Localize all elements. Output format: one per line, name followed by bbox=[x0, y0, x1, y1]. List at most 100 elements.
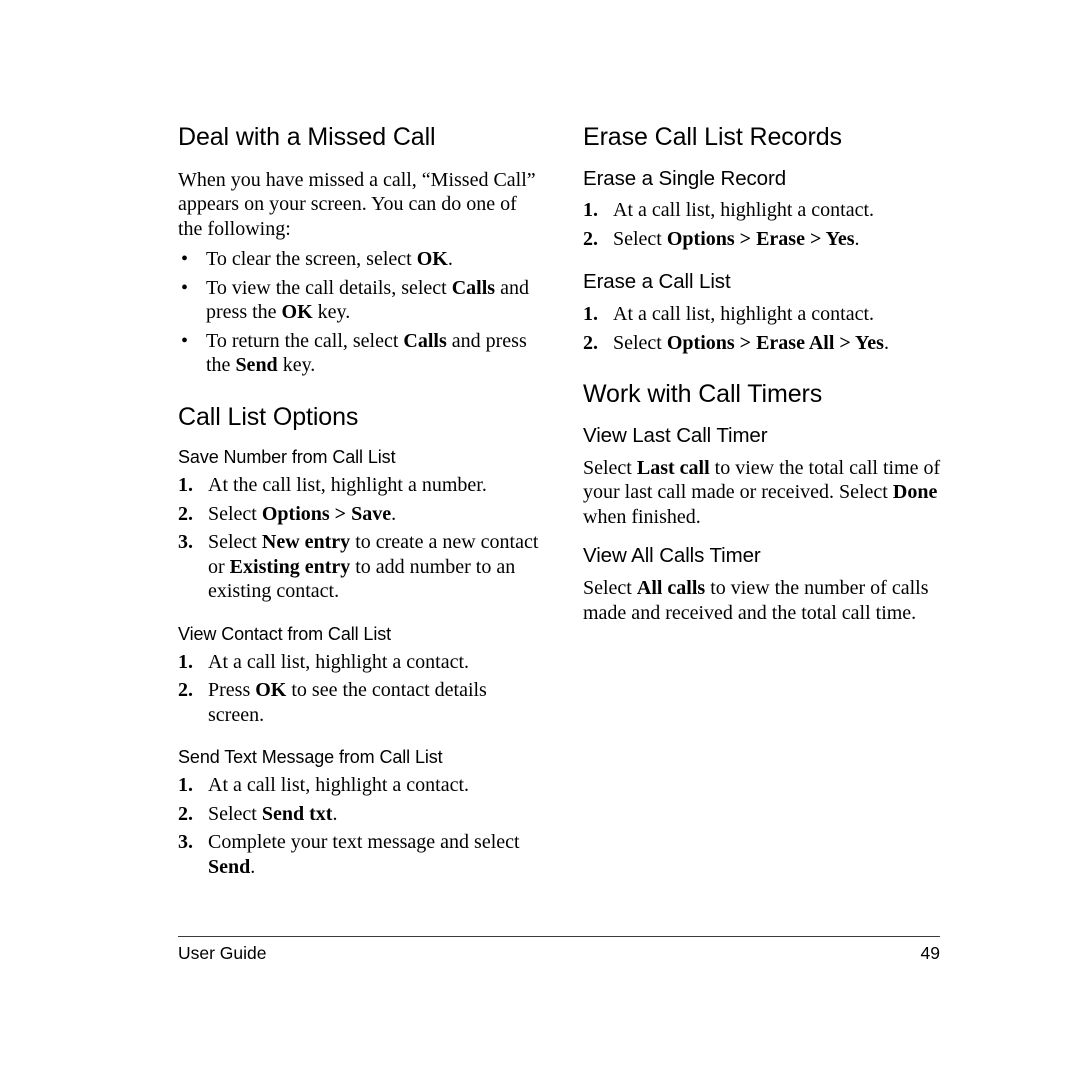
footer-label: User Guide bbox=[178, 943, 267, 963]
step-list-erase-call-list: 1. At a call list, highlight a contact. … bbox=[583, 302, 941, 355]
step-number: 1. bbox=[178, 774, 193, 797]
text-run: At a call list, highlight a contact. bbox=[208, 774, 470, 797]
step-number: 3. bbox=[178, 831, 193, 854]
text-run: Select bbox=[583, 577, 637, 600]
text-run: . bbox=[391, 502, 397, 525]
list-item-text: At a call list, highlight a contact. bbox=[208, 774, 469, 796]
list-item-text: To return the call, select Calls and pre… bbox=[206, 330, 527, 377]
list-item: 2. Select Options > Save. bbox=[178, 502, 546, 527]
bold-run: OK bbox=[416, 248, 448, 270]
text-run: Select bbox=[613, 331, 667, 354]
bold-run: Calls bbox=[403, 329, 447, 352]
list-item-text: Select Send txt. bbox=[208, 803, 337, 825]
bold-run: Send bbox=[208, 855, 251, 878]
text-run: key. bbox=[277, 354, 316, 376]
heading-save-number-from-call-list: Save Number from Call List bbox=[178, 447, 396, 467]
list-item: 2. Select Send txt. bbox=[178, 802, 546, 827]
step-number: 2. bbox=[178, 679, 193, 702]
text-run: . bbox=[447, 248, 453, 270]
section-call-list-options: Call List Options Save Number from Call … bbox=[178, 402, 546, 880]
bold-run: Last call bbox=[636, 456, 710, 479]
heading-view-all-calls-timer: View All Calls Timer bbox=[583, 544, 761, 568]
bold-run: Send txt bbox=[261, 802, 333, 825]
section-work-with-call-timers: Work with Call Timers View Last Call Tim… bbox=[583, 381, 941, 625]
text-run: . bbox=[332, 802, 338, 825]
heading-erase-a-call-list: Erase a Call List bbox=[583, 270, 731, 294]
text-run: Select bbox=[613, 227, 667, 250]
section-erase-call-list-records: Erase Call List Records Erase a Single R… bbox=[583, 123, 941, 355]
list-item-text: Select New entry to create a new contact… bbox=[208, 531, 538, 602]
text-run: Select bbox=[208, 802, 262, 825]
list-item: • To clear the screen, select OK. bbox=[178, 247, 546, 272]
list-item-text: Select Options > Erase All > Yes. bbox=[613, 332, 889, 354]
bold-run: New entry bbox=[261, 531, 351, 554]
step-number: 2. bbox=[583, 331, 598, 354]
text-run: At a call list, highlight a contact. bbox=[208, 650, 470, 673]
bold-run: Existing entry bbox=[229, 555, 351, 578]
heading-call-list-options: Call List Options bbox=[178, 402, 359, 431]
heading-view-contact-from-call-list: View Contact from Call List bbox=[178, 623, 392, 644]
list-item-text: At a call list, highlight a contact. bbox=[613, 303, 874, 325]
list-item: 1. At a call list, highlight a contact. bbox=[178, 650, 546, 675]
text-run: Select bbox=[208, 531, 262, 554]
text-run: To view the call details, select bbox=[206, 276, 452, 299]
page-footer: User Guide 49 bbox=[178, 936, 940, 964]
bullet-list-missed-call-actions: • To clear the screen, select OK. • To v… bbox=[178, 247, 546, 378]
heading-send-text-message-from-call-list: Send Text Message from Call List bbox=[178, 747, 443, 768]
step-number: 2. bbox=[583, 227, 598, 250]
step-number: 1. bbox=[583, 199, 598, 222]
text-run: . bbox=[883, 331, 889, 354]
paragraph-view-all-calls-timer: Select All calls to view the number of c… bbox=[583, 576, 941, 625]
heading-deal-with-missed-call: Deal with a Missed Call bbox=[178, 123, 436, 151]
heading-erase-call-list-records: Erase Call List Records bbox=[583, 123, 842, 151]
list-item: 2. Press OK to see the contact details s… bbox=[178, 678, 546, 727]
list-item: • To return the call, select Calls and p… bbox=[178, 329, 546, 378]
step-number: 2. bbox=[178, 802, 193, 825]
user-guide-page: Deal with a Missed Call When you have mi… bbox=[0, 0, 1080, 1080]
paragraph-missed-call-intro: When you have missed a call, “Missed Cal… bbox=[178, 168, 536, 240]
step-list-save-number: 1. At the call list, highlight a number.… bbox=[178, 473, 546, 604]
text-run: when finished. bbox=[583, 505, 701, 528]
list-item-text: Complete your text message and select Se… bbox=[208, 831, 520, 878]
bullet-marker: • bbox=[181, 276, 189, 299]
paragraph-view-last-call-timer: Select Last call to view the total call … bbox=[583, 456, 941, 530]
step-number: 1. bbox=[178, 474, 193, 497]
bold-run: Done bbox=[892, 481, 938, 504]
step-list-send-text-message: 1. At a call list, highlight a contact. … bbox=[178, 773, 546, 879]
bold-run: OK bbox=[281, 301, 313, 323]
list-item-text: At the call list, highlight a number. bbox=[208, 474, 487, 496]
list-item-text: At a call list, highlight a contact. bbox=[208, 651, 469, 673]
list-item-text: To clear the screen, select OK. bbox=[206, 248, 453, 270]
step-number: 1. bbox=[583, 303, 598, 326]
text-run: At a call list, highlight a contact. bbox=[613, 303, 875, 326]
text-run: At a call list, highlight a contact. bbox=[613, 199, 875, 222]
text-run: To clear the screen, select bbox=[206, 248, 417, 270]
bold-run: Calls bbox=[451, 276, 496, 299]
step-number: 3. bbox=[178, 531, 193, 554]
step-number: 1. bbox=[178, 650, 193, 673]
bullet-marker: • bbox=[181, 329, 189, 352]
text-run: . bbox=[250, 855, 256, 878]
list-item-text: To view the call details, select Calls a… bbox=[206, 277, 529, 324]
list-item: 2. Select Options > Erase All > Yes. bbox=[583, 331, 941, 356]
text-run: Select bbox=[583, 456, 637, 479]
list-item: 1. At a call list, highlight a contact. bbox=[178, 773, 546, 798]
bold-run: Send bbox=[235, 354, 278, 376]
text-run: . bbox=[854, 227, 860, 250]
footer-row: User Guide 49 bbox=[178, 943, 940, 964]
footer-divider bbox=[178, 936, 940, 937]
text-run: key. bbox=[312, 301, 351, 323]
text-run: Complete your text message and select bbox=[208, 831, 520, 854]
list-item: 1. At a call list, highlight a contact. bbox=[583, 198, 941, 223]
list-item: 3. Select New entry to create a new cont… bbox=[178, 530, 546, 604]
bullet-marker: • bbox=[181, 248, 189, 270]
heading-erase-a-single-record: Erase a Single Record bbox=[583, 166, 787, 190]
heading-work-with-call-timers: Work with Call Timers bbox=[583, 380, 823, 409]
list-item-text: Select Options > Save. bbox=[208, 503, 396, 525]
text-run: At the call list, highlight a number. bbox=[208, 474, 487, 497]
list-item: 2. Select Options > Erase > Yes. bbox=[583, 227, 941, 252]
heading-view-last-call-timer: View Last Call Timer bbox=[583, 423, 768, 447]
